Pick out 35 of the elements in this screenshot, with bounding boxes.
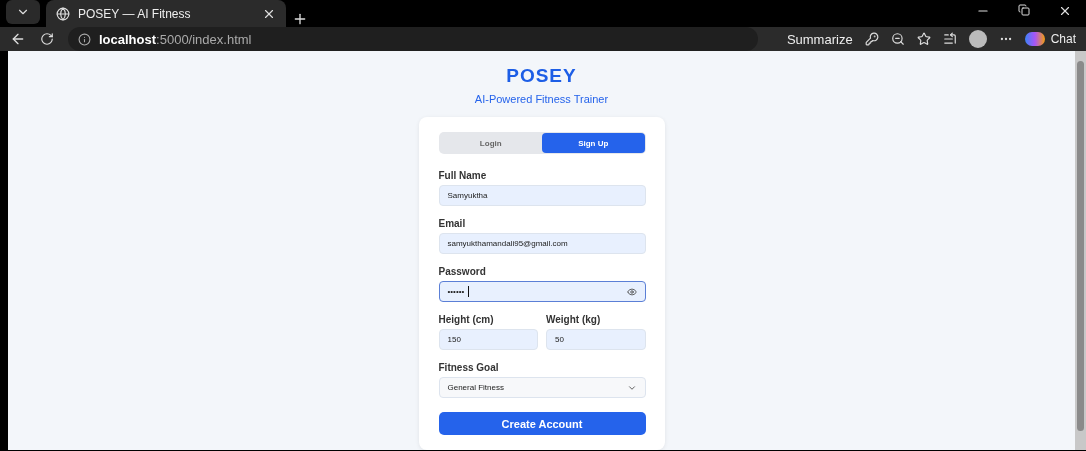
browser-tab[interactable]: POSEY — AI Fitness [46, 0, 286, 27]
new-tab-icon[interactable] [292, 11, 308, 27]
back-icon[interactable] [10, 31, 26, 47]
input-field[interactable]: 150 [438, 329, 538, 350]
key-icon[interactable] [864, 32, 879, 46]
field-label: Height (cm) [438, 314, 495, 325]
input-field[interactable]: •••••• [438, 281, 646, 302]
field-label: Email [438, 218, 467, 229]
field-label: Password [438, 266, 487, 277]
favorites-icon[interactable] [942, 32, 957, 46]
field-label: Fitness Goal [438, 362, 500, 373]
field-label: Weight (kg) [546, 314, 602, 325]
profile-avatar[interactable] [968, 30, 987, 48]
input-field[interactable]: 50 [546, 329, 646, 350]
auth-tab[interactable]: Login [439, 133, 542, 153]
globe-icon[interactable] [56, 6, 70, 21]
app-subtitle: AI-Powered Fitness Trainer [474, 93, 609, 105]
input-field[interactable]: Samyuktha [438, 185, 646, 206]
field-label: Full Name [438, 170, 488, 181]
auth-tab[interactable]: Sign Up [542, 133, 645, 153]
info-icon[interactable] [78, 32, 91, 46]
summarize-button[interactable]: Summarize [786, 31, 853, 47]
app-title: POSEY [506, 65, 577, 87]
reload-icon[interactable] [40, 32, 54, 46]
star-icon[interactable] [916, 32, 931, 46]
zoom-out-icon[interactable] [890, 32, 905, 46]
eye-icon[interactable] [626, 286, 637, 297]
address-field[interactable]: localhost:5000/index.html [68, 27, 758, 51]
scrollbar[interactable] [1075, 51, 1086, 450]
input-field[interactable]: samyukthamandali95@gmail.com [438, 233, 646, 254]
restore-icon[interactable] [1018, 3, 1030, 18]
select-field[interactable]: General Fitness [438, 377, 646, 398]
create-account-button[interactable]: Create Account [438, 412, 646, 435]
chat-button[interactable]: Chat [1024, 32, 1076, 46]
text-cursor [468, 286, 470, 297]
